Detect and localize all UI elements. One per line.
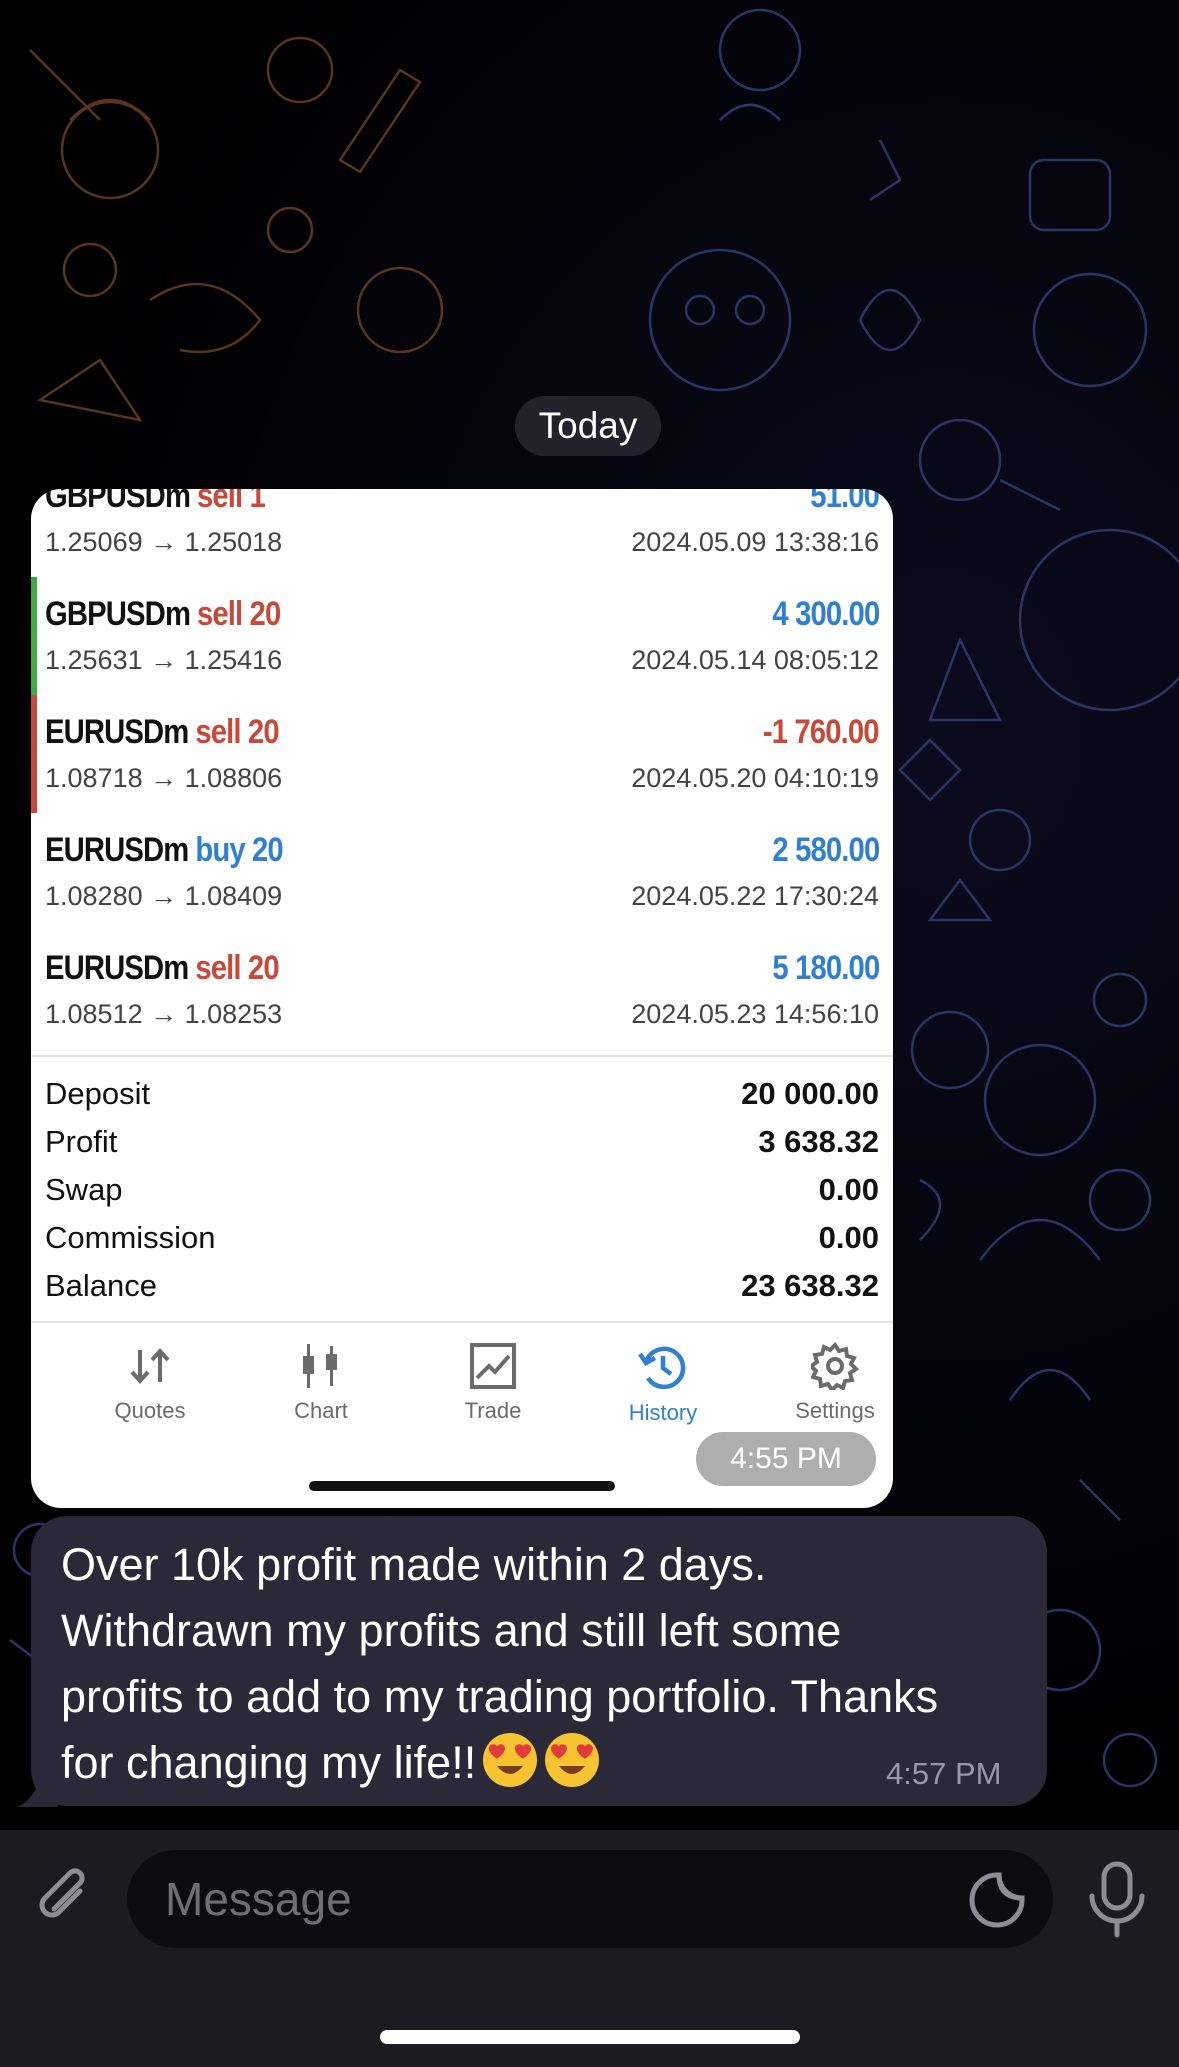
- message-input-bar: [0, 1830, 1179, 2067]
- summary-value: 20 000.00: [741, 1076, 879, 1111]
- summary-value: 23 638.32: [741, 1268, 879, 1303]
- trade-profit: 2 580.00: [772, 831, 880, 869]
- heart-eyes-emoji: [483, 1733, 538, 1787]
- trade-row[interactable]: EURUSDm sell 20 1.08512 → 1.08253 5 180.00 2…: [31, 931, 893, 1049]
- summary-label: Profit: [45, 1124, 118, 1159]
- row-marker: [31, 577, 37, 695]
- chart-icon: [303, 1344, 337, 1388]
- screenshot-home-indicator: [309, 1481, 615, 1491]
- sticker-icon[interactable]: [967, 1870, 1027, 1930]
- trade-symbol: EURUSDm sell 20: [45, 949, 280, 988]
- trade-profit: -1 760.00: [763, 713, 880, 751]
- tab-label: Chart: [294, 1398, 348, 1423]
- message-field: [127, 1850, 1053, 1948]
- tab-label: Quotes: [114, 1398, 186, 1423]
- summary-row: Commission 0.00: [45, 1214, 879, 1262]
- trade-prices: 1.08512 → 1.08253: [45, 999, 283, 1029]
- summary-label: Balance: [45, 1268, 158, 1303]
- trade-prices: 1.08280 → 1.08409: [45, 881, 283, 911]
- tab-history[interactable]: History: [588, 1324, 738, 1444]
- gear-icon: [811, 1342, 859, 1390]
- summary-label: Swap: [45, 1172, 123, 1207]
- trade-row[interactable]: EURUSDm sell 20 1.08718 → 1.08806 -1 760.00…: [31, 695, 893, 813]
- summary-value: 3 638.32: [758, 1124, 879, 1159]
- divider: [31, 1055, 893, 1057]
- home-indicator: [380, 2030, 800, 2044]
- trade-prices: 1.25069 → 1.25018: [45, 527, 283, 557]
- message-timestamp: 4:57 PM: [886, 1756, 1002, 1791]
- trade-side: sell 20: [196, 595, 281, 633]
- symbol-name: GBPUSDm: [45, 489, 191, 515]
- trade-row[interactable]: GBPUSDm sell 1 1.25069 → 1.25018 51.00 2024.…: [31, 489, 893, 577]
- trade-side: buy 20: [195, 831, 283, 869]
- trade-row[interactable]: EURUSDm buy 20 1.08280 → 1.08409 2 580.00 20…: [31, 813, 893, 931]
- tab-label: Settings: [795, 1398, 875, 1423]
- trade-time: 2024.05.14 08:05:12: [631, 645, 879, 675]
- tab-chart[interactable]: Chart: [246, 1324, 396, 1444]
- trade-icon: [470, 1343, 516, 1389]
- tab-trade[interactable]: Trade: [418, 1324, 568, 1444]
- trade-time: 2024.05.23 14:56:10: [631, 999, 879, 1029]
- trade-time: 2024.05.09 13:38:16: [631, 527, 879, 557]
- trade-symbol: GBPUSDm sell 1: [45, 489, 266, 516]
- trade-time: 2024.05.20 04:10:19: [631, 763, 879, 793]
- symbol-name: EURUSDm: [45, 713, 189, 751]
- summary-value: 0.00: [818, 1220, 879, 1255]
- divider: [31, 1321, 893, 1323]
- trade-symbol: GBPUSDm sell 20: [45, 595, 281, 634]
- summary-value: 0.00: [818, 1172, 879, 1207]
- trade-row[interactable]: GBPUSDm sell 20 1.25631 → 1.25416 4 300.00 2…: [31, 577, 893, 695]
- date-separator: Today: [515, 396, 661, 456]
- trade-symbol: EURUSDm buy 20: [45, 831, 284, 870]
- trade-profit: 4 300.00: [772, 595, 880, 633]
- trade-time: 2024.05.22 17:30:24: [631, 881, 879, 911]
- summary-row: Balance 23 638.32: [45, 1262, 879, 1310]
- tab-settings[interactable]: Settings: [760, 1324, 893, 1444]
- trade-prices: 1.08718 → 1.08806: [45, 763, 283, 793]
- symbol-name: EURUSDm: [45, 831, 189, 869]
- microphone-icon[interactable]: [1082, 1860, 1152, 1940]
- tab-label: History: [628, 1400, 698, 1425]
- trade-side: sell 1: [196, 489, 266, 515]
- history-icon: [638, 1346, 686, 1390]
- trade-profit: 51.00: [810, 489, 880, 515]
- summary-row: Profit 3 638.32: [45, 1118, 879, 1166]
- quotes-icon: [130, 1347, 170, 1385]
- tab-label: Trade: [464, 1398, 522, 1423]
- tab-quotes[interactable]: Quotes: [75, 1324, 225, 1444]
- attach-icon[interactable]: [30, 1863, 100, 1933]
- symbol-name: GBPUSDm: [45, 595, 191, 633]
- trade-side: sell 20: [195, 713, 279, 751]
- summary-row: Deposit 20 000.00: [45, 1070, 879, 1118]
- text-message-bubble[interactable]: Over 10k profit made within 2 days. With…: [31, 1516, 1047, 1806]
- summary-label: Deposit: [45, 1076, 151, 1111]
- message-body: Over 10k profit made within 2 days. With…: [61, 1532, 961, 1796]
- message-input[interactable]: [165, 1850, 965, 1948]
- symbol-name: EURUSDm: [45, 949, 189, 987]
- summary-row: Swap 0.00: [45, 1166, 879, 1214]
- trade-symbol: EURUSDm sell 20: [45, 713, 280, 752]
- trade-prices: 1.25631 → 1.25416: [45, 645, 283, 675]
- summary-label: Commission: [45, 1220, 216, 1255]
- trade-profit: 5 180.00: [772, 949, 880, 987]
- row-marker: [31, 695, 37, 813]
- heart-eyes-emoji: [545, 1733, 600, 1787]
- photo-timestamp: 4:55 PM: [696, 1432, 876, 1486]
- trade-side: sell 20: [195, 949, 279, 987]
- app-tab-bar: Quotes Chart Trade History Settings: [31, 1324, 893, 1444]
- photo-message[interactable]: GBPUSDm sell 1 1.25069 → 1.25018 51.00 2024.…: [31, 489, 893, 1508]
